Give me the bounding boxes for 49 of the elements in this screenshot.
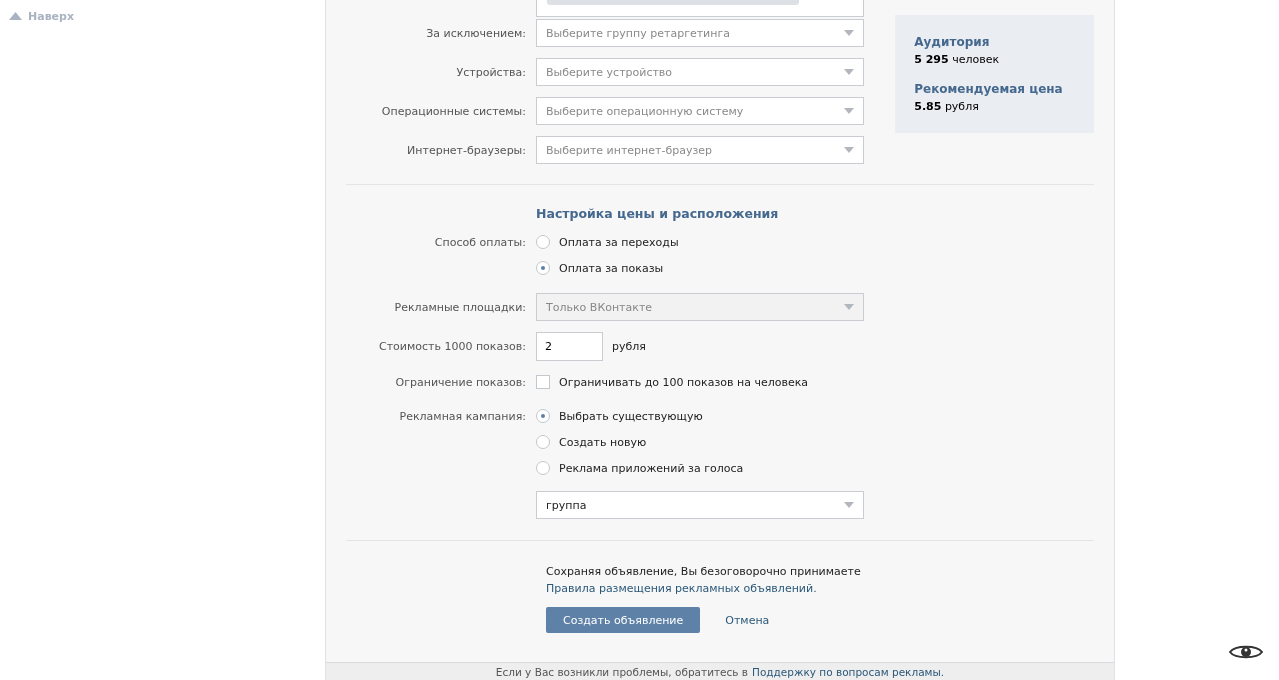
section-heading: Настройка цены и расположения: [536, 205, 779, 221]
field-label: Интернет-браузеры:: [406, 143, 527, 157]
caret-icon: [844, 30, 854, 36]
select-field[interactable]: Выберите группу ретаргетинга: [536, 19, 864, 47]
cost-input[interactable]: 2: [536, 332, 603, 361]
eye-icon[interactable]: [1229, 643, 1263, 661]
create-ad-button[interactable]: Создать объявление: [546, 607, 701, 633]
radio-button[interactable]: [536, 261, 550, 275]
radio-button[interactable]: [536, 461, 550, 475]
field-label: Способ оплаты:: [433, 235, 527, 249]
select-field[interactable]: [536, 0, 864, 17]
option-label: Оплата за переходы: [559, 235, 679, 249]
field-label: Операционные системы:: [380, 104, 527, 118]
field-label: За исключением:: [425, 26, 527, 40]
radio-button[interactable]: [536, 409, 550, 423]
caret-icon: [844, 69, 854, 75]
field-label: Рекламные площадки:: [393, 300, 527, 314]
price-title: Рекомендуемая цена: [914, 82, 1064, 96]
select-field[interactable]: Выберите устройство: [536, 58, 864, 86]
field-label: Рекламная кампания:: [398, 409, 527, 423]
support-link[interactable]: Поддержку по вопросам рекламы.: [752, 665, 945, 678]
audience-value: 5 295 человек: [914, 53, 1001, 66]
select-field[interactable]: Выберите операционную систему: [536, 97, 864, 125]
rules-link[interactable]: Правила размещения рекламных объявлений.: [546, 582, 1094, 595]
caret-icon: [844, 304, 854, 310]
cancel-link[interactable]: Отмена: [725, 613, 770, 627]
field-label: Стоимость 1000 показов:: [378, 340, 527, 353]
radio-button[interactable]: [536, 235, 550, 249]
audience-title: Аудитория: [914, 35, 991, 49]
caret-icon: [844, 147, 854, 153]
radio-button[interactable]: [536, 435, 550, 449]
option-label: Ограничивать до 100 показов на человека: [559, 375, 809, 389]
option-label: Создать новую: [559, 435, 647, 449]
option-label: Реклама приложений за голоса: [559, 461, 744, 475]
field-label: Устройства:: [455, 65, 527, 79]
agreement-text: Сохраняя объявление, Вы безоговорочно принимаете: [546, 565, 862, 578]
caret-icon: [844, 108, 854, 114]
option-label: Оплата за показы: [559, 261, 664, 275]
back-to-top-link[interactable]: Наверх: [9, 9, 75, 23]
option-label: Выбрать существующую: [559, 409, 703, 423]
footer-text: Если у Вас возникли проблемы, обратитесь в: [495, 665, 748, 678]
select-field[interactable]: Выберите интернет-браузер: [536, 136, 864, 164]
field-label: Ограничение показов:: [394, 375, 527, 389]
unit-label: рубля: [612, 340, 646, 353]
select-field[interactable]: группа: [536, 491, 864, 519]
triangle-up-icon: [9, 12, 22, 20]
checkbox[interactable]: [536, 375, 550, 389]
caret-icon: [844, 502, 854, 508]
price-value: 5.85 рубля: [914, 100, 980, 113]
